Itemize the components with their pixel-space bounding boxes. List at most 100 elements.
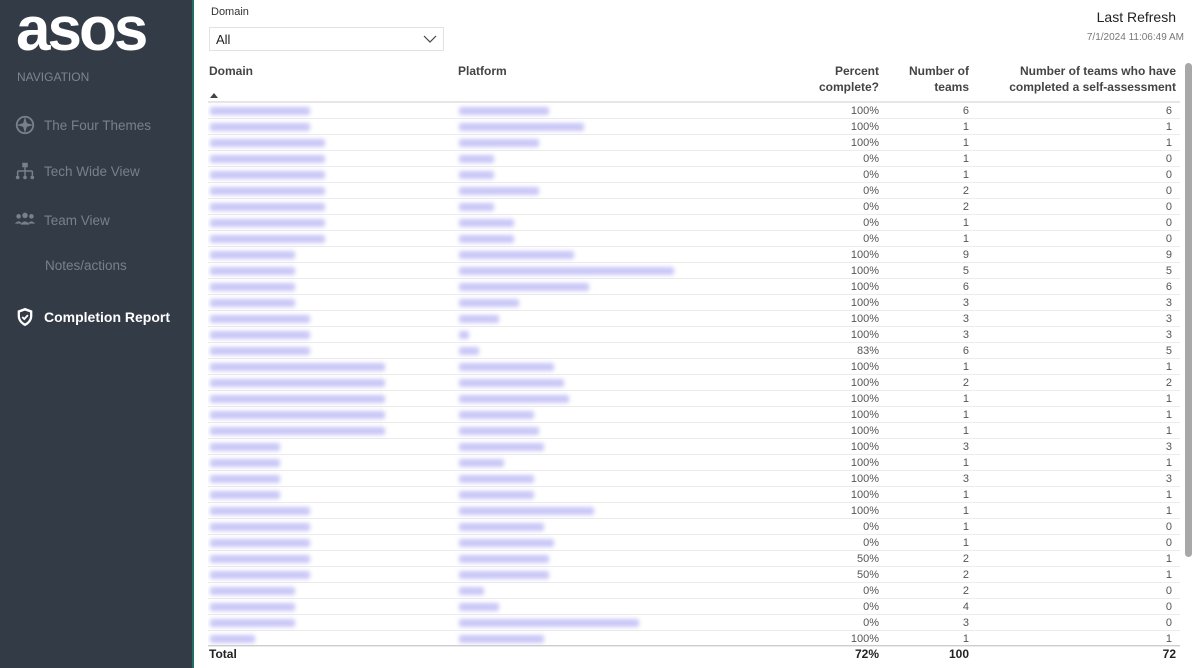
domain-cell-link[interactable]	[210, 459, 280, 467]
completed-cell: 1	[1165, 633, 1172, 645]
domain-cell-link[interactable]	[210, 443, 280, 451]
table-row: 100% 1 1	[208, 407, 1180, 423]
domain-cell-link[interactable]	[210, 155, 325, 163]
domain-cell-link[interactable]	[210, 427, 385, 435]
domain-filter-dropdown[interactable]: All	[209, 27, 444, 51]
platform-cell-link[interactable]	[459, 619, 639, 627]
nav-item-label: Completion Report	[44, 309, 170, 325]
domain-cell-link[interactable]	[210, 363, 385, 371]
platform-cell-link[interactable]	[459, 171, 494, 179]
platform-cell-link[interactable]	[459, 235, 514, 243]
sort-ascending-icon	[210, 93, 218, 98]
platform-cell-link[interactable]	[459, 459, 504, 467]
platform-cell-link[interactable]	[459, 491, 534, 499]
table-body: 100% 6 6 100% 1 1 100% 1 1 0% 1 0 0% 1 0 0% 2 0 0% 2 0 0% 1 0 0%…	[208, 103, 1180, 647]
platform-cell-link[interactable]	[459, 395, 569, 403]
platform-cell-link[interactable]	[459, 331, 469, 339]
domain-cell-link[interactable]	[210, 331, 310, 339]
domain-cell-link[interactable]	[210, 475, 280, 483]
domain-cell-link[interactable]	[210, 235, 325, 243]
domain-cell-link[interactable]	[210, 411, 385, 419]
domain-cell-link[interactable]	[210, 395, 385, 403]
percent-cell: 0%	[863, 585, 879, 597]
teams-cell: 1	[962, 409, 969, 421]
platform-cell-link[interactable]	[459, 187, 539, 195]
domain-cell-link[interactable]	[210, 315, 310, 323]
platform-cell-link[interactable]	[459, 363, 554, 371]
column-header-percent-complete[interactable]: Percent complete?	[819, 63, 879, 95]
vertical-scrollbar[interactable]	[1185, 63, 1192, 557]
nav-item-four-themes[interactable]: The Four Themes	[14, 114, 151, 136]
platform-cell-link[interactable]	[459, 139, 539, 147]
column-header-teams-completed[interactable]: Number of teams who have completed a sel…	[1009, 63, 1176, 95]
column-header-platform[interactable]: Platform	[458, 63, 507, 79]
platform-cell-link[interactable]	[459, 427, 539, 435]
table-row: 0% 1 0	[208, 519, 1180, 535]
platform-cell-link[interactable]	[459, 299, 519, 307]
platform-cell-link[interactable]	[459, 123, 584, 131]
domain-cell-link[interactable]	[210, 379, 385, 387]
platform-cell-link[interactable]	[459, 603, 499, 611]
platform-cell-link[interactable]	[459, 539, 554, 547]
domain-cell-link[interactable]	[210, 107, 310, 115]
domain-cell-link[interactable]	[210, 267, 295, 275]
platform-cell-link[interactable]	[459, 587, 484, 595]
domain-cell-link[interactable]	[210, 571, 310, 579]
domain-cell-link[interactable]	[210, 491, 280, 499]
domain-cell-link[interactable]	[210, 347, 310, 355]
domain-cell-link[interactable]	[210, 139, 325, 147]
domain-cell-link[interactable]	[210, 507, 310, 515]
table-row: 0% 3 0	[208, 615, 1180, 631]
domain-cell-link[interactable]	[210, 299, 295, 307]
platform-cell-link[interactable]	[459, 315, 499, 323]
domain-cell-link[interactable]	[210, 555, 310, 563]
nav-item-team-view[interactable]: Team View	[14, 209, 110, 231]
teams-cell: 1	[962, 233, 969, 245]
nav-item-notes-actions[interactable]: Notes/actions	[45, 258, 127, 273]
platform-cell-link[interactable]	[459, 379, 564, 387]
platform-cell-link[interactable]	[459, 251, 574, 259]
domain-cell-link[interactable]	[210, 187, 325, 195]
teams-cell: 5	[962, 265, 969, 277]
domain-cell-link[interactable]	[210, 619, 295, 627]
platform-cell-link[interactable]	[459, 107, 549, 115]
platform-cell-link[interactable]	[459, 347, 479, 355]
platform-cell-link[interactable]	[459, 203, 494, 211]
domain-cell-link[interactable]	[210, 587, 295, 595]
percent-cell: 100%	[850, 265, 879, 277]
table-row: 0% 1 0	[208, 231, 1180, 247]
platform-cell-link[interactable]	[459, 283, 589, 291]
domain-cell-link[interactable]	[210, 635, 255, 643]
domain-cell-link[interactable]	[210, 523, 310, 531]
platform-cell-link[interactable]	[459, 507, 594, 515]
teams-cell: 3	[962, 473, 969, 485]
completed-cell: 0	[1165, 169, 1172, 181]
platform-cell-link[interactable]	[459, 443, 544, 451]
platform-cell-link[interactable]	[459, 219, 514, 227]
domain-cell-link[interactable]	[210, 251, 295, 259]
platform-cell-link[interactable]	[459, 267, 674, 275]
column-header-domain[interactable]: Domain	[209, 63, 253, 79]
column-header-number-of-teams[interactable]: Number of teams	[909, 63, 969, 95]
domain-cell-link[interactable]	[210, 539, 310, 547]
domain-cell-link[interactable]	[210, 171, 325, 179]
total-completed: 72	[1162, 647, 1176, 661]
platform-cell-link[interactable]	[459, 571, 549, 579]
platform-cell-link[interactable]	[459, 411, 534, 419]
table-row: 100% 6 6	[208, 279, 1180, 295]
platform-cell-link[interactable]	[459, 475, 534, 483]
domain-cell-link[interactable]	[210, 603, 295, 611]
nav-item-completion-report[interactable]: Completion Report	[14, 306, 170, 328]
platform-cell-link[interactable]	[459, 155, 494, 163]
compass-icon	[15, 115, 35, 135]
platform-cell-link[interactable]	[459, 635, 544, 643]
platform-cell-link[interactable]	[459, 523, 544, 531]
domain-cell-link[interactable]	[210, 219, 325, 227]
percent-cell: 0%	[863, 521, 879, 533]
domain-cell-link[interactable]	[210, 283, 295, 291]
nav-item-tech-wide-view[interactable]: Tech Wide View	[14, 160, 140, 182]
table-row: 0% 4 0	[208, 599, 1180, 615]
domain-cell-link[interactable]	[210, 203, 325, 211]
platform-cell-link[interactable]	[459, 555, 549, 563]
domain-cell-link[interactable]	[210, 123, 310, 131]
